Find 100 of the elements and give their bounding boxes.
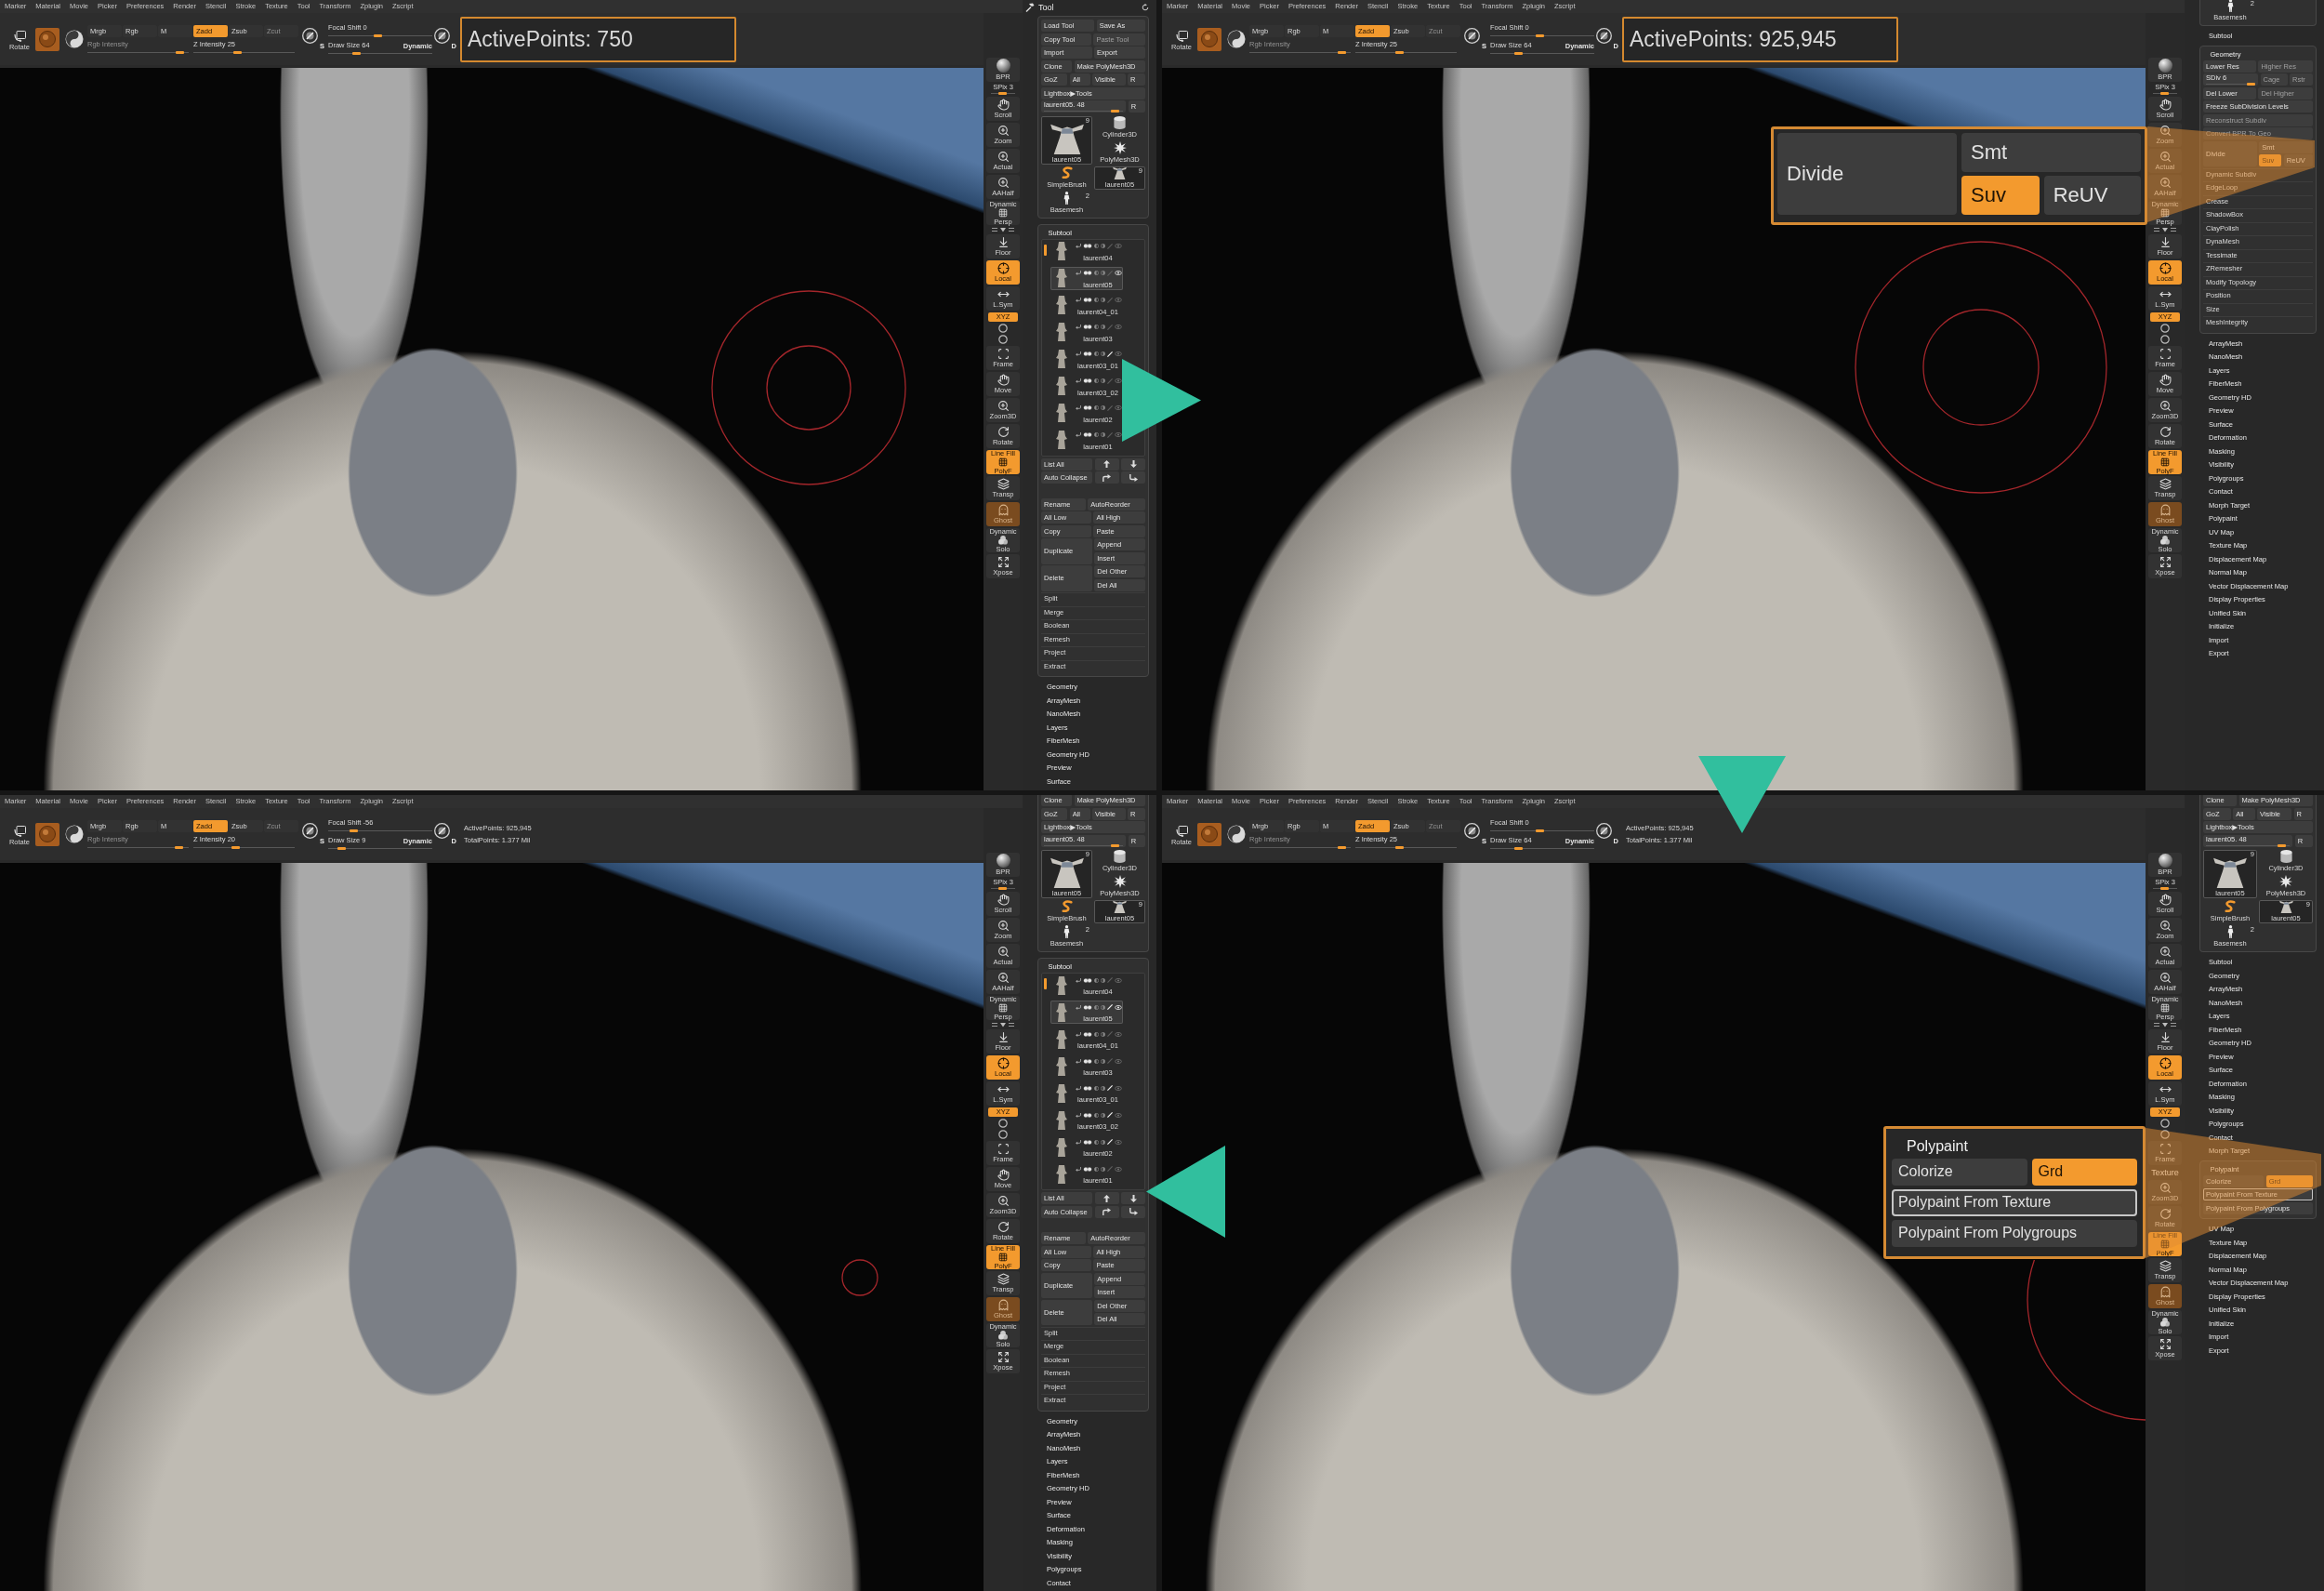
slider-thumb[interactable]	[997, 887, 1007, 890]
slider-track[interactable]	[87, 845, 189, 849]
half-circle-icon[interactable]	[1101, 1004, 1105, 1010]
return-arrow-icon[interactable]	[1076, 1058, 1081, 1064]
palette-button[interactable]: Polypaint From Texture	[1892, 1188, 2137, 1216]
half-circle-icon[interactable]	[1094, 1031, 1099, 1037]
arrow-button[interactable]	[1121, 1192, 1145, 1204]
half-circle-icon[interactable]	[1101, 405, 1105, 410]
slider-thumb[interactable]	[1536, 34, 1545, 37]
yin-yang-icon[interactable]	[65, 825, 84, 843]
half-circle-icon[interactable]	[1094, 351, 1099, 356]
return-arrow-icon[interactable]	[1076, 325, 1081, 329]
return-arrow-icon[interactable]	[1076, 1004, 1081, 1010]
slider-thumb[interactable]	[2278, 843, 2287, 847]
toggle-icon[interactable]	[1083, 378, 1092, 383]
toggle-icon[interactable]	[1083, 1139, 1092, 1145]
half-circle-icon[interactable]	[1101, 1166, 1105, 1172]
half-circle-icon[interactable]	[1094, 405, 1099, 410]
arrow-button[interactable]	[1094, 1205, 1119, 1218]
slider-thumb[interactable]	[1513, 52, 1523, 55]
slider-track[interactable]	[328, 52, 432, 55]
slider-thumb[interactable]	[2159, 92, 2169, 95]
arrow-button[interactable]	[1121, 471, 1145, 484]
slider-thumb[interactable]	[997, 92, 1007, 95]
half-circle-icon[interactable]	[1101, 271, 1105, 275]
half-circle-icon[interactable]	[1094, 271, 1099, 275]
yin-yang-icon[interactable]	[65, 30, 84, 48]
toggle-icon[interactable]	[1083, 1166, 1092, 1172]
material-button[interactable]	[1197, 822, 1221, 846]
half-circle-icon[interactable]	[1094, 1085, 1099, 1091]
return-arrow-icon[interactable]	[1076, 432, 1081, 437]
palette-button[interactable]: ReUV	[2043, 176, 2141, 215]
slider-thumb[interactable]	[231, 845, 240, 849]
half-circle-icon[interactable]	[1094, 1058, 1099, 1064]
slider-track[interactable]	[1490, 847, 1594, 850]
toggle-icon[interactable]	[1083, 244, 1092, 248]
return-arrow-icon[interactable]	[1076, 405, 1081, 410]
slider-thumb[interactable]	[374, 34, 383, 37]
yin-yang-icon[interactable]	[1227, 30, 1246, 48]
half-circle-icon[interactable]	[1094, 1139, 1099, 1145]
slider-thumb[interactable]	[1111, 843, 1120, 847]
half-circle-icon[interactable]	[1094, 298, 1099, 302]
return-arrow-icon[interactable]	[1076, 351, 1081, 356]
material-button[interactable]	[35, 822, 59, 846]
slider-track[interactable]	[1490, 52, 1594, 55]
half-circle-icon[interactable]	[1101, 1031, 1105, 1037]
slider-track[interactable]	[1249, 845, 1351, 849]
return-arrow-icon[interactable]	[1076, 977, 1081, 983]
half-circle-icon[interactable]	[1101, 351, 1105, 356]
return-arrow-icon[interactable]	[1076, 1031, 1081, 1037]
half-circle-icon[interactable]	[1101, 1058, 1105, 1064]
return-arrow-icon[interactable]	[1076, 244, 1081, 248]
half-circle-icon[interactable]	[1094, 1112, 1099, 1118]
material-button[interactable]	[35, 27, 59, 51]
slider-thumb[interactable]	[2247, 83, 2255, 86]
palette-button[interactable]: Suv	[1961, 176, 2040, 215]
slider-track[interactable]	[2153, 92, 2177, 95]
slider-track[interactable]	[328, 829, 432, 832]
toggle-icon[interactable]	[1083, 432, 1092, 437]
half-circle-icon[interactable]	[1101, 325, 1105, 329]
arrow-button[interactable]	[1094, 471, 1119, 484]
return-arrow-icon[interactable]	[1076, 1085, 1081, 1091]
toggle-icon[interactable]	[1083, 1085, 1092, 1091]
toggle-icon[interactable]	[1083, 1004, 1092, 1010]
half-circle-icon[interactable]	[1101, 1139, 1105, 1145]
refresh-icon[interactable]	[1142, 3, 1149, 11]
slider-thumb[interactable]	[1513, 847, 1523, 850]
slider-track[interactable]	[1355, 845, 1457, 849]
slider-track[interactable]	[87, 50, 189, 54]
half-circle-icon[interactable]	[1094, 1166, 1099, 1172]
half-circle-icon[interactable]	[1101, 298, 1105, 302]
slider-track[interactable]	[1355, 50, 1457, 54]
slider-track[interactable]	[1249, 50, 1351, 54]
material-button[interactable]	[1197, 27, 1221, 51]
return-arrow-icon[interactable]	[1076, 1166, 1081, 1172]
slider-thumb[interactable]	[337, 847, 347, 850]
slider-track[interactable]	[1490, 34, 1594, 37]
scrollbar-thumb[interactable]	[1044, 244, 1047, 256]
slider-thumb[interactable]	[1395, 50, 1404, 54]
slider-track[interactable]	[328, 34, 432, 37]
arrow-button[interactable]	[1094, 1192, 1119, 1204]
toggle-icon[interactable]	[1083, 1112, 1092, 1118]
slider-track[interactable]	[193, 845, 295, 849]
palette-button[interactable]: Divide	[1777, 133, 1957, 215]
toggle-icon[interactable]	[1083, 325, 1092, 329]
slider-thumb[interactable]	[233, 50, 242, 54]
slider-thumb[interactable]	[1111, 110, 1120, 113]
half-circle-icon[interactable]	[1101, 378, 1105, 383]
half-circle-icon[interactable]	[1094, 244, 1099, 248]
toggle-icon[interactable]	[1083, 351, 1092, 356]
palette-button[interactable]: Polypaint From Polygroups	[1892, 1219, 2137, 1247]
half-circle-icon[interactable]	[1094, 977, 1099, 983]
half-circle-icon[interactable]	[1101, 244, 1105, 248]
slider-track[interactable]	[1490, 829, 1594, 832]
toggle-icon[interactable]	[1083, 977, 1092, 983]
half-circle-icon[interactable]	[1094, 1004, 1099, 1010]
toggle-icon[interactable]	[1083, 405, 1092, 410]
palette-button[interactable]: Colorize	[1892, 1158, 2027, 1186]
half-circle-icon[interactable]	[1094, 378, 1099, 383]
slider-track[interactable]	[991, 887, 1015, 890]
